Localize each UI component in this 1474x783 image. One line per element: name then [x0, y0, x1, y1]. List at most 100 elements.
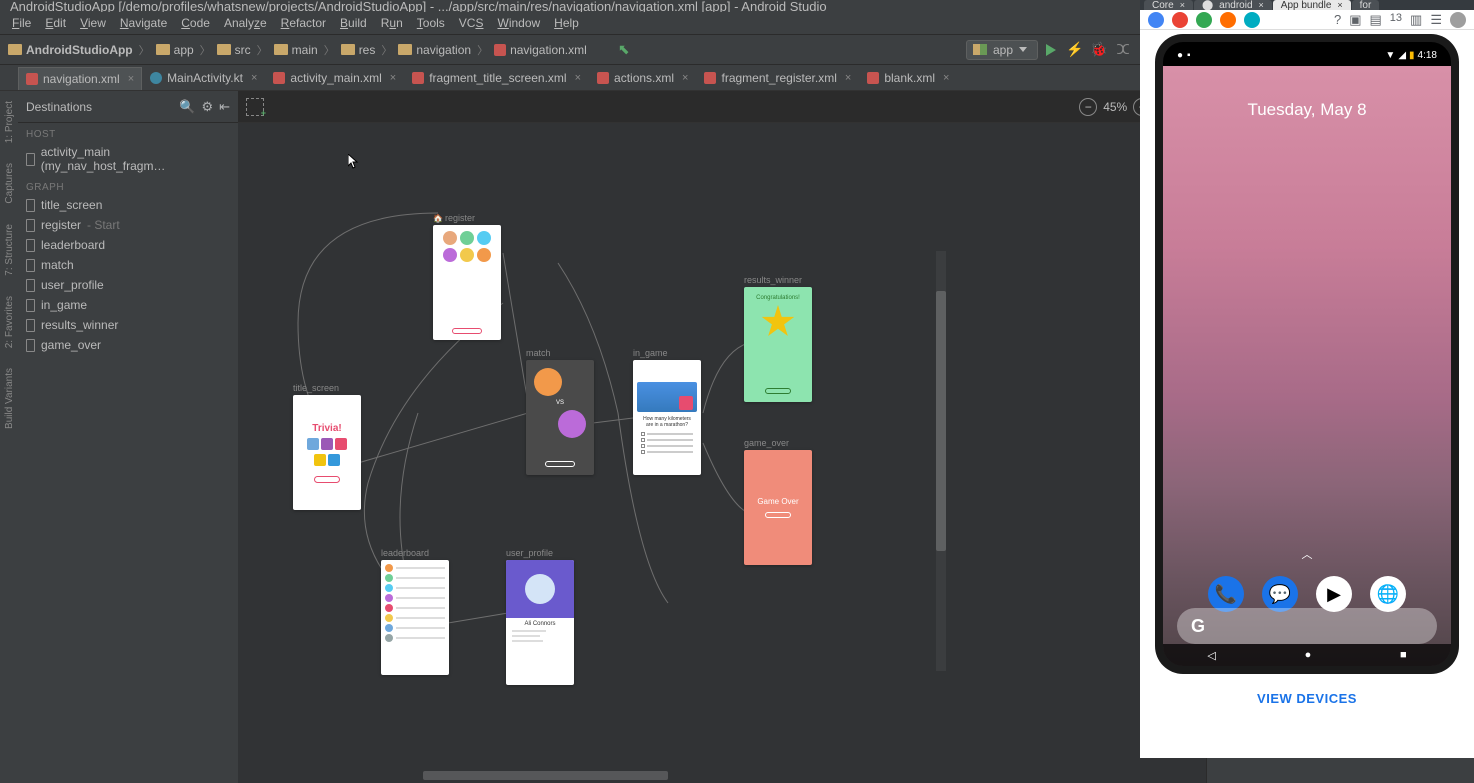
horizontal-scrollbar[interactable]	[423, 771, 668, 780]
tool-captures[interactable]: Captures	[4, 163, 15, 204]
dest-game-over[interactable]: game_over	[18, 335, 238, 355]
phone-app[interactable]: 📞	[1208, 576, 1244, 612]
breadcrumb-app[interactable]: app	[152, 41, 198, 59]
dest-user-profile[interactable]: user_profile	[18, 275, 238, 295]
dest-title-screen[interactable]: title_screen	[18, 195, 238, 215]
menu-help[interactable]: Help	[547, 16, 586, 30]
app-icon[interactable]: ▤	[1370, 12, 1382, 28]
menu-view[interactable]: View	[73, 16, 113, 30]
btab-core[interactable]: Core×	[1144, 0, 1193, 10]
close-icon[interactable]: ×	[575, 72, 581, 84]
close-icon[interactable]: ×	[943, 72, 949, 84]
tab-activity-main[interactable]: activity_main.xml×	[265, 66, 404, 90]
bookmark-icon[interactable]	[1172, 12, 1188, 28]
phone-screen[interactable]: ●▪ ▼◢▮4:18 Tuesday, May 8 ︿ 📞 💬 ▶ 🌐 G ◁ …	[1163, 42, 1451, 666]
back-button[interactable]: ◁	[1207, 649, 1215, 662]
node-register[interactable]: 🏠register	[433, 213, 501, 340]
breadcrumb-file[interactable]: navigation.xml	[490, 41, 591, 59]
xml-icon	[704, 72, 716, 84]
btab-appbundle[interactable]: App bundle×	[1273, 0, 1351, 10]
tab-blank-xml[interactable]: blank.xml×	[859, 66, 957, 90]
nav-back-icon[interactable]: ⬉	[613, 39, 635, 61]
breadcrumb-navigation[interactable]: navigation	[394, 41, 475, 59]
menu-window[interactable]: Window	[490, 16, 547, 30]
home-button[interactable]: ●	[1305, 649, 1312, 661]
bookmark-icon[interactable]	[1220, 12, 1236, 28]
help-icon[interactable]: ?	[1334, 12, 1341, 28]
collapse-icon[interactable]: ⇤	[219, 99, 230, 115]
search-icon[interactable]: 🔍	[179, 99, 195, 115]
gear-icon[interactable]: ⚙	[201, 99, 213, 115]
tab-fragment-title[interactable]: fragment_title_screen.xml×	[404, 66, 589, 90]
dest-in-game[interactable]: in_game	[18, 295, 238, 315]
breadcrumb-main[interactable]: main	[270, 41, 322, 59]
play-store-app[interactable]: ▶	[1316, 576, 1352, 612]
close-icon[interactable]: ×	[251, 72, 257, 84]
app-icon[interactable]: ▣	[1349, 12, 1361, 28]
google-search-bar[interactable]: G	[1177, 608, 1437, 644]
tab-actions-xml[interactable]: actions.xml×	[589, 66, 696, 90]
chrome-app[interactable]: 🌐	[1370, 576, 1406, 612]
node-user-profile[interactable]: user_profile Ali Connors	[506, 548, 574, 685]
menu-analyze[interactable]: Analyze	[217, 16, 274, 30]
dest-results-winner[interactable]: results_winner	[18, 315, 238, 335]
folder-icon	[8, 44, 22, 55]
apply-changes-button[interactable]: ⚡	[1064, 39, 1086, 61]
tool-favorites[interactable]: 2: Favorites	[4, 296, 15, 348]
node-leaderboard[interactable]: leaderboard	[381, 548, 449, 675]
menu-navigate[interactable]: Navigate	[113, 16, 174, 30]
breadcrumb-res[interactable]: res	[337, 41, 380, 59]
close-icon[interactable]: ×	[845, 72, 851, 84]
tool-build-variants[interactable]: Build Variants	[4, 368, 15, 429]
close-icon[interactable]: ×	[390, 72, 396, 84]
close-icon[interactable]: ×	[128, 73, 134, 85]
debug-button[interactable]: 🐞	[1088, 39, 1110, 61]
menu-run[interactable]: Run	[374, 16, 410, 30]
bookmark-icon[interactable]	[1148, 12, 1164, 28]
view-devices-link[interactable]: VIEW DEVICES	[1241, 674, 1373, 724]
node-title-screen[interactable]: title_screen Trivia!	[293, 383, 361, 510]
run-config-dropdown[interactable]: app	[966, 40, 1038, 60]
btab-for[interactable]: for	[1352, 0, 1380, 10]
tab-navigation-xml[interactable]: navigation.xml×	[18, 67, 142, 90]
node-results-winner[interactable]: results_winner Congratulations!	[744, 275, 812, 402]
navigation-canvas[interactable]: 🏠register title_screen Trivi	[238, 123, 1206, 783]
node-match[interactable]: match VS	[526, 348, 594, 475]
dest-register[interactable]: register - Start	[18, 215, 238, 235]
host-item[interactable]: activity_main (my_nav_host_fragm…	[18, 142, 238, 176]
menu-refactor[interactable]: Refactor	[274, 16, 333, 30]
run-button[interactable]	[1040, 39, 1062, 61]
tool-project[interactable]: 1: Project	[4, 101, 15, 143]
messages-app[interactable]: 💬	[1262, 576, 1298, 612]
menu-file[interactable]: File	[5, 16, 38, 30]
app-icon[interactable]: ▥	[1410, 12, 1422, 28]
bookmark-icon[interactable]	[1244, 12, 1260, 28]
dest-match[interactable]: match	[18, 255, 238, 275]
zoom-out-button[interactable]: −	[1079, 98, 1097, 116]
bookmark-icon[interactable]	[1196, 12, 1212, 28]
menu-edit[interactable]: Edit	[38, 16, 73, 30]
node-game-over[interactable]: game_over Game Over	[744, 438, 812, 565]
breadcrumb-src[interactable]: src	[213, 41, 255, 59]
app-drawer-handle[interactable]: ︿	[1302, 546, 1313, 562]
btab-android[interactable]: ⬤android×	[1194, 0, 1272, 10]
menu-build[interactable]: Build	[333, 16, 374, 30]
menu-tools[interactable]: Tools	[410, 16, 452, 30]
dest-leaderboard[interactable]: leaderboard	[18, 235, 238, 255]
tab-fragment-register[interactable]: fragment_register.xml×	[696, 66, 859, 90]
vertical-scrollbar[interactable]	[936, 251, 946, 671]
tool-structure[interactable]: 7: Structure	[4, 224, 15, 276]
app-icon[interactable]: 13	[1390, 12, 1402, 28]
profiler-button[interactable]: ⵋ	[1112, 39, 1134, 61]
notification-dot-icon: ●	[1177, 50, 1183, 61]
breadcrumb-root[interactable]: AndroidStudioApp	[4, 41, 137, 59]
tab-mainactivity-kt[interactable]: MainActivity.kt×	[142, 66, 265, 90]
avatar-icon[interactable]	[1450, 12, 1466, 28]
add-destination-button[interactable]	[246, 98, 264, 116]
node-in-game[interactable]: in_game How many kilometers are in a mar…	[633, 348, 701, 475]
menu-code[interactable]: Code	[174, 16, 217, 30]
menu-vcs[interactable]: VCS	[452, 16, 491, 30]
recents-button[interactable]: ■	[1400, 649, 1407, 661]
close-icon[interactable]: ×	[682, 72, 688, 84]
app-icon[interactable]: ☰	[1430, 12, 1442, 28]
